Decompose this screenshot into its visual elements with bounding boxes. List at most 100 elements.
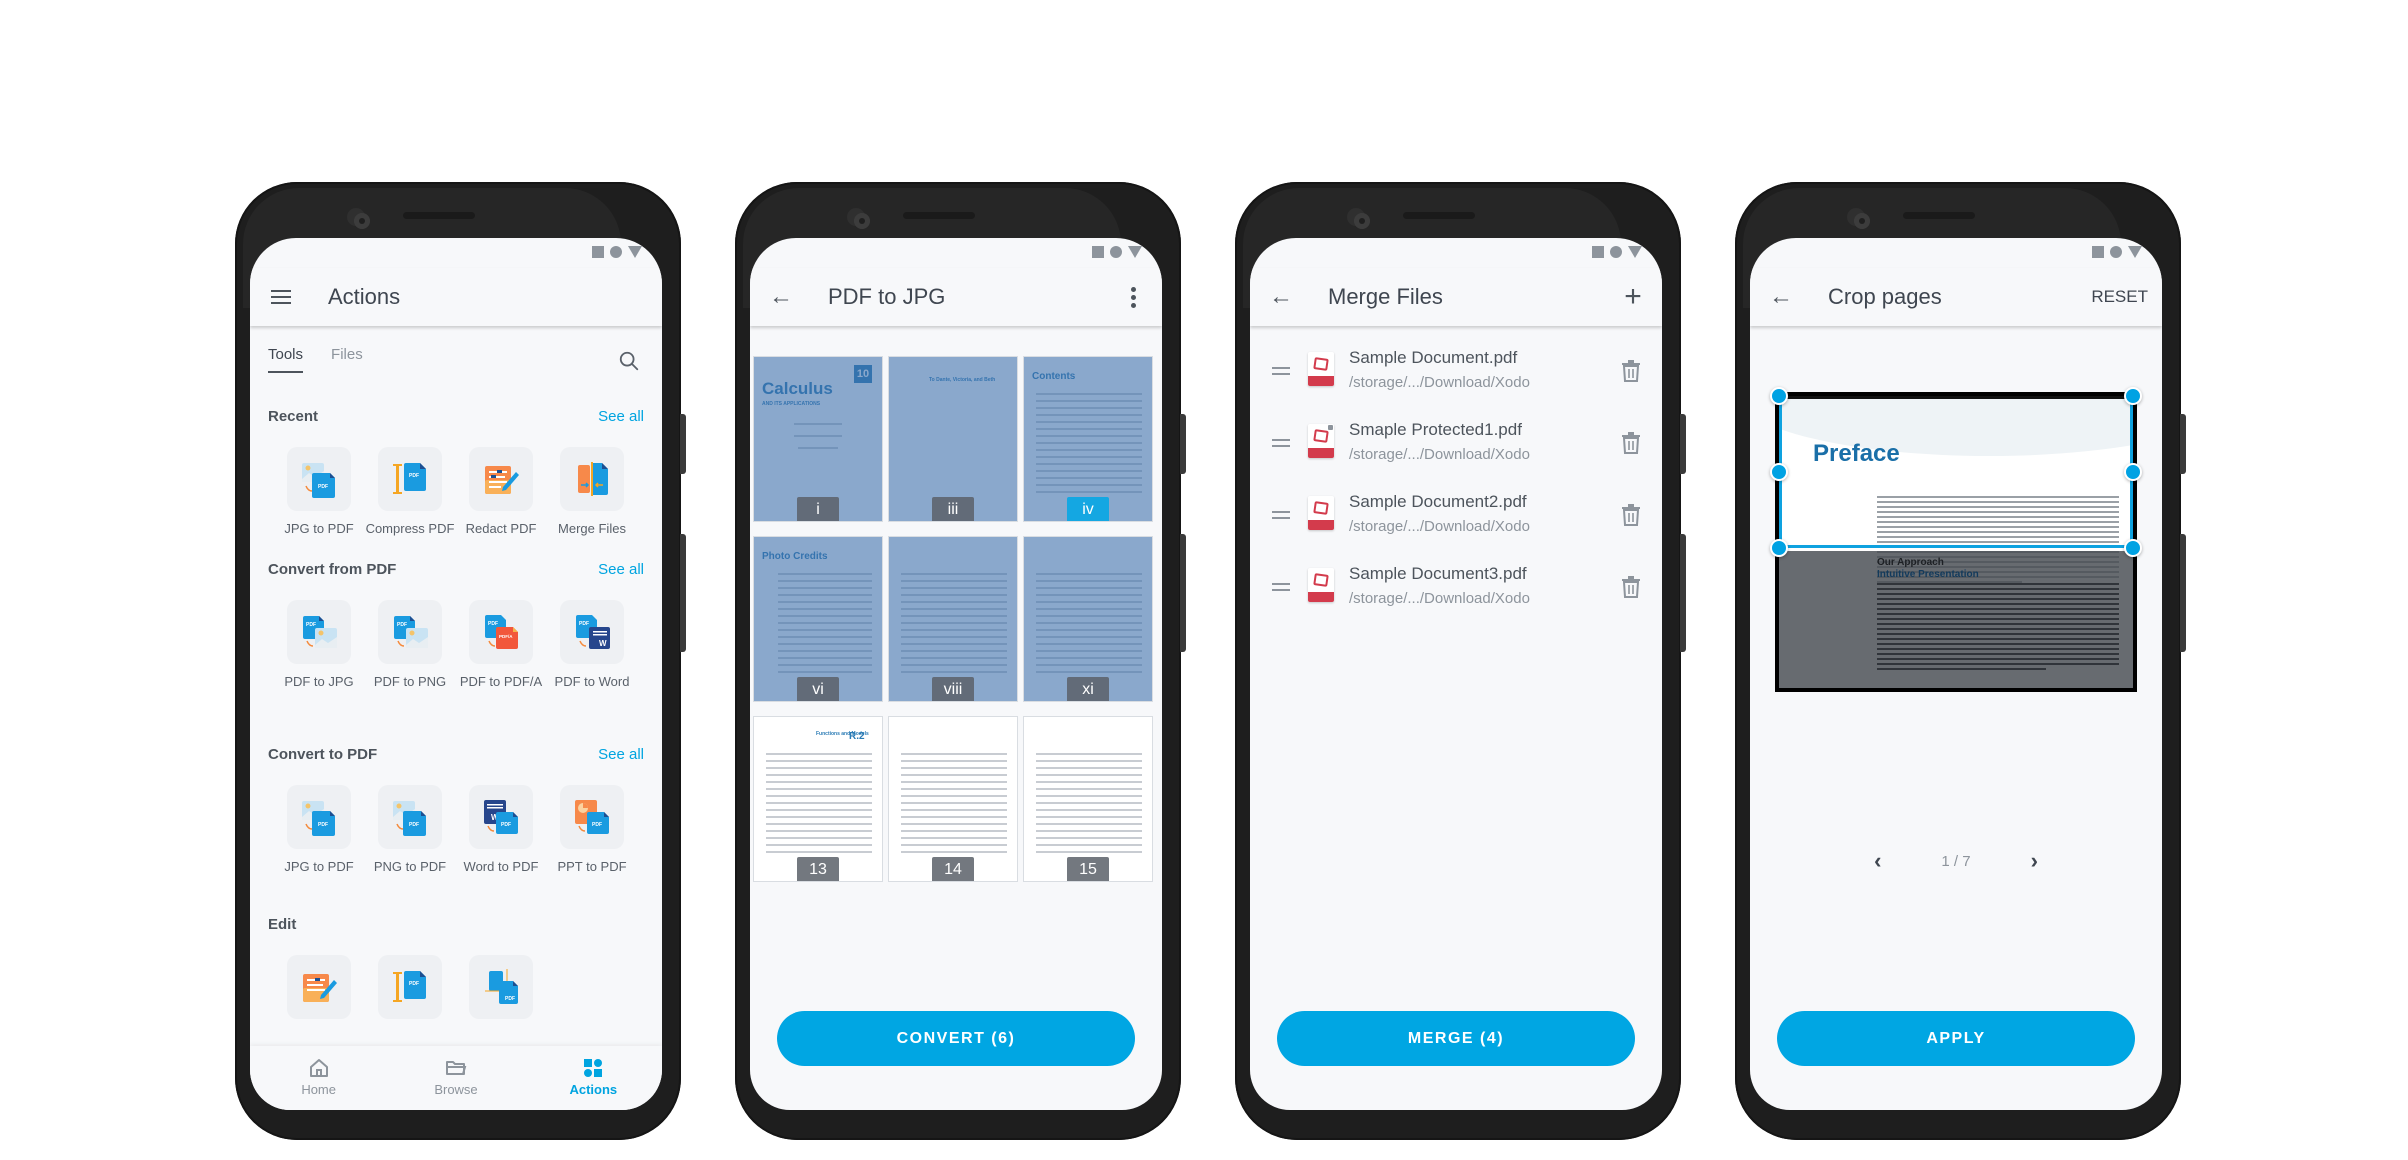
drag-handle-icon[interactable] [1272,367,1290,375]
crop-handle-top-right[interactable] [2124,387,2142,405]
tool-label: Compress PDF [365,521,455,536]
page-number-label: 14 [932,857,974,881]
more-button[interactable] [1118,282,1148,312]
tool-jpg-to-pdf[interactable]: PDF JPG to PDF [284,447,354,537]
tool-crop-pdf[interactable]: PDF [469,955,533,1019]
square-icon [1092,246,1104,258]
tool-pdf-to-png[interactable]: PDF PDF to PNG [374,600,446,690]
tool-label: JPG to PDF [284,521,354,536]
section-title: Edit [268,916,297,933]
page-thumbnail[interactable]: Contents iv [1023,356,1153,522]
drag-handle-icon[interactable] [1272,583,1290,591]
chevron-right-icon[interactable]: › [2031,848,2038,874]
app-bar: ← PDF to JPG [750,268,1162,326]
svg-text:PDF/A: PDF/A [499,634,513,639]
page-thumbnail[interactable]: 15 [1023,716,1153,882]
tool-ppt-to-pdf[interactable]: PDF PPT to PDF [557,785,627,875]
tool-pdf-to-pdfa[interactable]: PDF PDF/A PDF to PDF/A [460,600,542,690]
page-thumbnail[interactable]: R.2 Functions and Models 13 [753,716,883,882]
page-thumbnail[interactable]: xi [1023,536,1153,702]
svg-text:PDF: PDF [579,621,589,627]
tool-jpg-to-pdf[interactable]: PDF JPG to PDF [284,785,354,875]
merge-file-item[interactable]: Smaple Protected1.pdf/storage/.../Downlo… [1250,408,1662,480]
status-bar [250,238,662,268]
trash-icon[interactable] [1622,576,1640,598]
back-button[interactable]: ← [1266,282,1296,312]
file-path: /storage/.../Download/Xodo [1349,374,1530,391]
back-arrow-icon: ← [1769,283,1793,310]
trash-icon[interactable] [1622,432,1640,454]
tool-redact-pdf[interactable]: Redact PDF [466,447,536,537]
merge-file-item[interactable]: Sample Document3.pdf/storage/.../Downloa… [1250,552,1662,624]
tool-redact-pdf[interactable] [287,955,351,1019]
triangle-icon [2128,246,2142,258]
merge-file-item[interactable]: Sample Document.pdf/storage/.../Download… [1250,336,1662,408]
crop-handle-left[interactable] [1770,463,1788,481]
merge-file-list: Sample Document.pdf/storage/.../Download… [1250,336,1662,624]
screen: ← Merge Files + Sample Document.pdf/stor… [1250,238,1662,1110]
tab-tools[interactable]: Tools [268,346,304,373]
nav-home[interactable]: Home [250,1046,387,1110]
crop-handle-right[interactable] [2124,463,2142,481]
add-file-button[interactable]: + [1618,280,1648,313]
page-thumbnail[interactable]: To Dante, Victoria, and Beth iii [888,356,1018,522]
nav-label: Actions [569,1082,618,1097]
apply-button[interactable]: APPLY [1777,1011,2135,1066]
tool-compress-pdf[interactable]: PDF Compress PDF [366,447,454,537]
tool-merge-files[interactable]: Merge Files [558,447,626,537]
home-icon [309,1059,328,1077]
back-arrow-icon: ← [769,283,793,310]
nav-actions[interactable]: Actions [525,1046,662,1110]
nav-browse[interactable]: Browse [387,1046,524,1110]
edition-badge: 10 [854,365,872,383]
search-icon[interactable] [618,350,640,372]
tab-files[interactable]: Files [331,346,363,373]
page-thumbnail[interactable]: 14 [888,716,1018,882]
back-button[interactable]: ← [1766,282,1796,312]
merge-button[interactable]: MERGE (4) [1277,1011,1635,1066]
see-all-link[interactable]: See all [598,746,644,763]
crop-handle-top-left[interactable] [1770,387,1788,405]
chevron-left-icon[interactable]: ‹ [1874,848,1881,874]
crop-excluded-area: Our Approach Intuitive Presentation [1779,551,2133,688]
tool-pdf-to-jpg[interactable]: PDF PDF to JPG [284,600,354,690]
triangle-icon [1628,246,1642,258]
power-button [1180,414,1186,474]
page-thumbnail[interactable]: viii [888,536,1018,702]
tool-label: PDF to PDF/A [459,674,543,689]
trash-icon[interactable] [1622,360,1640,382]
status-bar [1750,238,2162,268]
tool-pdf-to-word[interactable]: PDF W PDF to Word [555,600,629,690]
page-thumbnail[interactable]: Calculus AND ITS APPLICATIONS 10 i [753,356,883,522]
drag-handle-icon[interactable] [1272,511,1290,519]
convert-button[interactable]: CONVERT (6) [777,1011,1135,1066]
nav-label: Browse [434,1082,478,1097]
page-thumbnail[interactable]: Photo Credits vi [753,536,883,702]
page-pager: ‹ 1 / 7 › [1750,848,2162,874]
see-all-link[interactable]: See all [598,408,644,425]
see-all-link[interactable]: See all [598,561,644,578]
compress-pdf-icon: PDF [393,971,426,1002]
actions-grid-icon [584,1059,603,1077]
crop-handle-bottom-right[interactable] [2124,539,2142,557]
drag-handle-icon[interactable] [1272,439,1290,447]
tool-word-to-pdf[interactable]: W PDF Word to PDF [464,785,538,875]
tool-label: PDF to Word [554,674,630,689]
reset-button[interactable]: RESET [2091,282,2148,312]
trash-icon[interactable] [1622,504,1640,526]
page-number-label: 15 [1067,857,1109,881]
section-subheading: Intuitive Presentation [1877,569,1979,580]
back-arrow-icon: ← [1269,283,1293,310]
menu-button[interactable] [266,282,296,312]
tool-png-to-pdf[interactable]: PDF PNG to PDF [374,785,446,875]
tool-compress-pdf[interactable]: PDF [378,955,442,1019]
merge-file-item[interactable]: Sample Document2.pdf/storage/.../Downloa… [1250,480,1662,552]
svg-text:PDF: PDF [488,621,498,627]
section-title: Convert from PDF [268,561,397,578]
crop-selection-box[interactable] [1779,396,2133,548]
page-number-label: iii [932,497,974,521]
crop-handle-bottom-left[interactable] [1770,539,1788,557]
app-bar: ← Crop pages RESET [1750,268,2162,326]
page-title: PDF to JPG [828,284,946,309]
back-button[interactable]: ← [766,282,796,312]
